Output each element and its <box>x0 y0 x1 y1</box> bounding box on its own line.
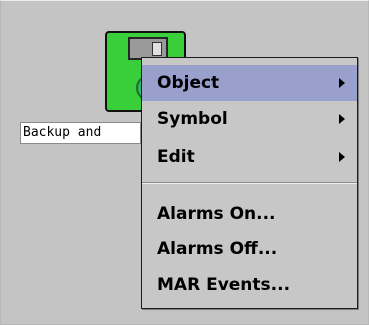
object-label[interactable]: Backup and <box>20 122 141 144</box>
menu-item-mar-events[interactable]: MAR Events... <box>142 267 357 303</box>
menu-item-symbol[interactable]: Symbol <box>142 101 357 137</box>
menu-item-object[interactable]: Object <box>142 65 357 101</box>
submenu-arrow-icon <box>339 114 345 124</box>
context-menu: Object Symbol Edit Alarms On... Alarms O… <box>141 57 358 309</box>
menu-item-label: Object <box>157 73 220 93</box>
menu-item-label: Symbol <box>157 109 228 129</box>
menu-item-edit[interactable]: Edit <box>142 139 357 175</box>
menu-item-label: MAR Events... <box>157 275 291 295</box>
submenu-arrow-icon <box>339 152 345 162</box>
menu-item-label: Alarms Off... <box>157 239 278 259</box>
menu-item-alarms-off[interactable]: Alarms Off... <box>142 231 357 267</box>
menu-item-alarms-on[interactable]: Alarms On... <box>142 196 357 232</box>
menu-separator <box>142 182 357 184</box>
menu-item-label: Edit <box>157 147 195 167</box>
submenu-arrow-icon <box>339 78 345 88</box>
menu-item-label: Alarms On... <box>157 204 276 224</box>
